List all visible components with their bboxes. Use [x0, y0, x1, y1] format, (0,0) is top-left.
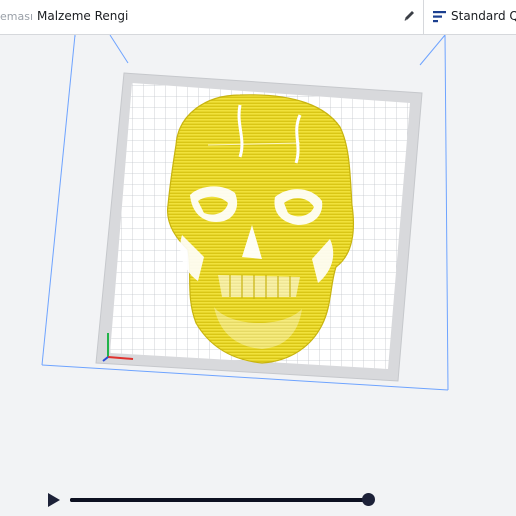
print-profile-selector[interactable]: Standard Qua	[451, 9, 516, 23]
3d-viewport[interactable]	[0, 34, 516, 485]
pencil-icon[interactable]	[402, 8, 416, 24]
material-color-dropdown[interactable]: Malzeme Rengi	[37, 9, 128, 23]
print-settings-icon[interactable]	[433, 10, 447, 24]
playback-bar	[0, 485, 516, 516]
play-icon[interactable]	[46, 492, 62, 508]
layer-slider-handle[interactable]	[361, 493, 375, 506]
print-profile-clip: Standard Qua	[451, 0, 516, 34]
toolbar-divider	[423, 0, 424, 34]
color-scheme-label: eması	[0, 10, 34, 23]
build-volume-view	[41, 34, 449, 391]
top-bar: eması Malzeme Rengi Standard Qua	[0, 0, 516, 35]
layer-slider-track[interactable]	[70, 498, 368, 502]
layer-slider-fill	[70, 498, 368, 502]
